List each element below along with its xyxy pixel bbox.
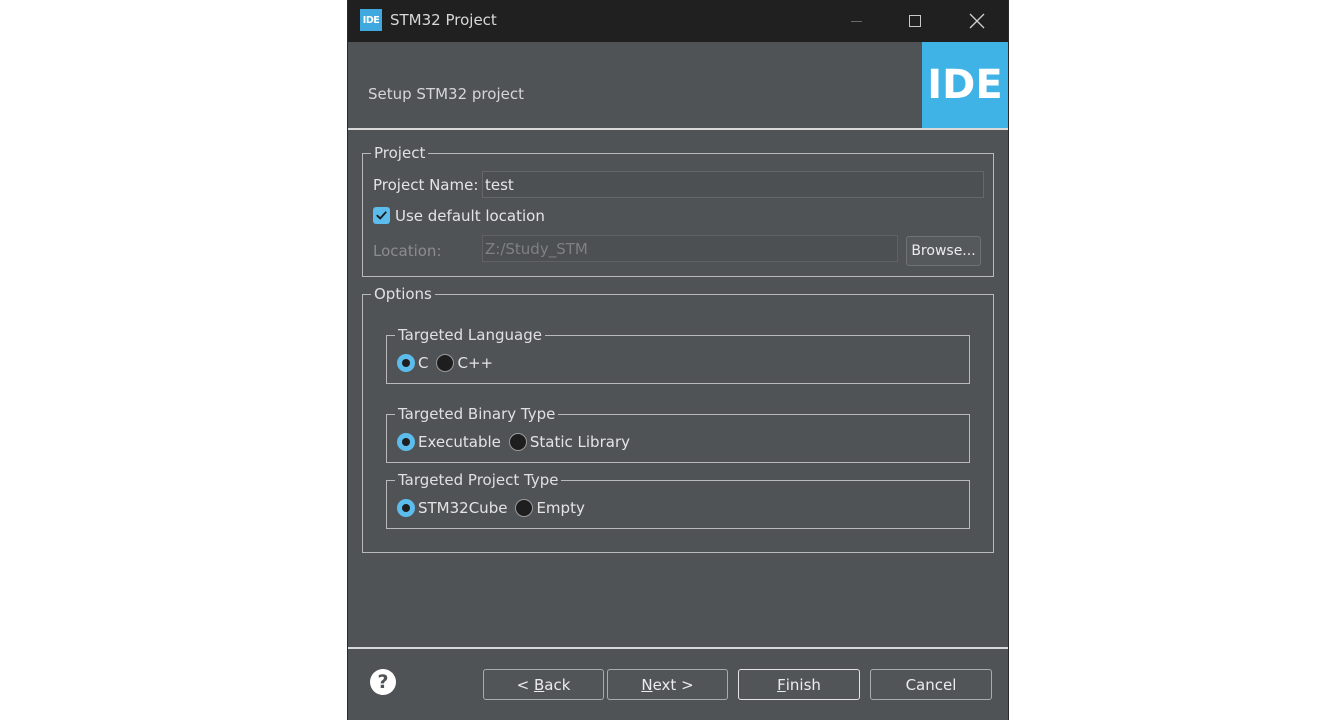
radio-stm32cube[interactable] <box>397 499 415 517</box>
separator <box>348 128 1008 130</box>
back-button-label: ack <box>544 675 571 694</box>
window-title: STM32 Project <box>390 11 497 29</box>
use-default-location-label[interactable]: Use default location <box>395 207 545 225</box>
finish-button[interactable]: Finish <box>738 669 860 700</box>
targeted-project-type-options: STM32Cube Empty <box>397 499 593 517</box>
stm32-project-dialog: IDE STM32 Project Setup STM32 project ID… <box>347 0 1009 720</box>
location-label: Location: <box>373 242 442 260</box>
targeted-language-legend: Targeted Language <box>398 326 542 344</box>
project-name-label: Project Name: <box>373 176 479 194</box>
wizard-banner: Setup STM32 project IDE <box>348 42 1008 128</box>
radio-stm32cube-label[interactable]: STM32Cube <box>418 499 507 517</box>
radio-cpp[interactable] <box>436 354 455 372</box>
back-button-mnemonic: B <box>533 675 545 694</box>
project-group-legend: Project <box>374 144 426 162</box>
radio-empty-label[interactable]: Empty <box>536 499 584 517</box>
targeted-binary-type-options: Executable Static Library <box>397 433 638 451</box>
browse-button[interactable]: Browse... <box>906 236 981 266</box>
checkmark-icon <box>376 211 387 220</box>
window-close-icon <box>969 13 985 29</box>
title-bar[interactable]: IDE STM32 Project <box>348 0 1008 42</box>
back-button-prefix: < <box>516 675 534 694</box>
next-button-label: ext > <box>652 675 694 694</box>
radio-static-library[interactable] <box>508 433 527 451</box>
back-button[interactable]: < Back <box>483 669 604 700</box>
window-minimize-icon <box>850 20 862 22</box>
radio-c[interactable] <box>397 354 415 372</box>
ide-logo: IDE <box>922 42 1008 128</box>
next-button[interactable]: Next > <box>607 669 728 700</box>
app-icon: IDE <box>360 9 382 31</box>
options-group-legend: Options <box>374 285 432 303</box>
use-default-location-checkbox[interactable] <box>373 207 390 224</box>
next-button-mnemonic: N <box>641 675 653 694</box>
targeted-project-type-legend: Targeted Project Type <box>398 471 559 489</box>
close-button[interactable] <box>954 0 1000 42</box>
radio-c-label[interactable]: C <box>418 354 428 372</box>
radio-static-library-label[interactable]: Static Library <box>530 433 630 451</box>
finish-button-mnemonic: F <box>777 675 786 694</box>
location-input[interactable] <box>482 235 898 262</box>
targeted-binary-type-legend: Targeted Binary Type <box>398 405 556 423</box>
window-maximize-icon <box>909 15 921 27</box>
radio-empty[interactable] <box>515 499 534 517</box>
radio-cpp-label[interactable]: C++ <box>457 354 493 372</box>
wizard-subtitle: Setup STM32 project <box>368 85 524 103</box>
maximize-button[interactable] <box>892 0 938 42</box>
radio-executable-label[interactable]: Executable <box>418 433 501 451</box>
help-icon[interactable]: ? <box>370 669 396 695</box>
radio-executable[interactable] <box>397 433 415 451</box>
finish-button-label: inish <box>785 675 821 694</box>
minimize-button[interactable] <box>833 0 879 42</box>
targeted-language-options: C C++ <box>397 354 501 372</box>
project-name-input[interactable] <box>482 171 984 198</box>
cancel-button[interactable]: Cancel <box>870 669 992 700</box>
separator <box>348 647 1008 649</box>
